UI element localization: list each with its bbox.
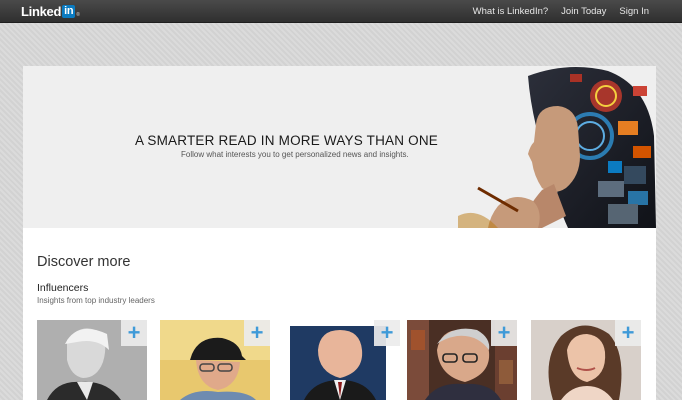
- sign-in-link[interactable]: Sign In: [619, 6, 649, 17]
- logo-in-badge: in: [62, 5, 76, 18]
- logo-text: Linked: [21, 4, 62, 19]
- hero-title: A SMARTER READ IN MORE WAYS THAN ONE: [135, 133, 438, 148]
- influencer-card[interactable]: +: [290, 320, 400, 400]
- header-nav: What is LinkedIn? Join Today Sign In: [473, 0, 682, 23]
- influencers-title: Influencers: [37, 282, 89, 294]
- follow-plus-icon[interactable]: +: [491, 320, 517, 346]
- what-is-linkedin-link[interactable]: What is LinkedIn?: [473, 6, 549, 17]
- influencer-card[interactable]: +: [531, 320, 641, 400]
- influencer-card[interactable]: +: [37, 320, 147, 400]
- discover-heading: Discover more: [37, 254, 131, 270]
- join-today-link[interactable]: Join Today: [561, 6, 606, 17]
- main-card: A SMARTER READ IN MORE WAYS THAN ONE Fol…: [23, 66, 656, 400]
- influencer-card[interactable]: +: [407, 320, 517, 400]
- follow-plus-icon[interactable]: +: [244, 320, 270, 346]
- influencers-subtitle: Insights from top industry leaders: [37, 296, 155, 305]
- top-navigation-bar: Linked in ® What is LinkedIn? Join Today…: [0, 0, 682, 23]
- linkedin-logo[interactable]: Linked in ®: [21, 4, 80, 19]
- hero-illustration: [458, 67, 656, 228]
- hero-banner: A SMARTER READ IN MORE WAYS THAN ONE Fol…: [23, 66, 656, 228]
- influencer-card[interactable]: +: [160, 320, 270, 400]
- hero-subtitle: Follow what interests you to get persona…: [181, 150, 409, 159]
- follow-plus-icon[interactable]: +: [121, 320, 147, 346]
- follow-plus-icon[interactable]: +: [615, 320, 641, 346]
- follow-plus-icon[interactable]: +: [374, 320, 400, 346]
- logo-registered-mark: ®: [76, 11, 80, 18]
